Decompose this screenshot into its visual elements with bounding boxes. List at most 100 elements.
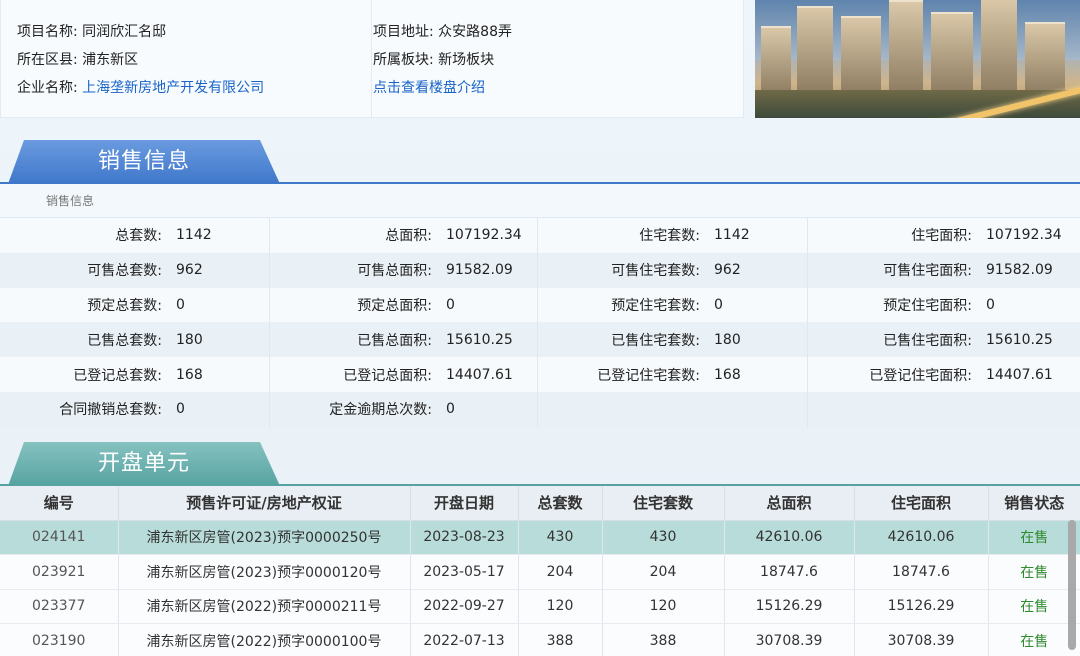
residential-area: 18747.6 (854, 554, 989, 590)
sales-field-value: 15610.25 (986, 331, 1053, 348)
sales-field-value: 0 (714, 296, 723, 313)
sales-field-value: 1142 (714, 227, 750, 244)
units-header-row: 编号 预售许可证/房地产权证 开盘日期 总套数 住宅套数 总面积 住宅面积 销售状态 (0, 486, 1080, 521)
sales-field-label: 已登记总套数: (73, 367, 162, 384)
sales-cell: 可售住宅面积: 91582.09 (808, 253, 1080, 288)
sales-field-label: 已售总面积: (357, 332, 432, 349)
sales-field-value: 107192.34 (446, 227, 522, 244)
tab-units-label: 开盘单元 (97, 451, 190, 476)
sales-field-value: 0 (446, 401, 455, 418)
sales-field-value: 107192.34 (986, 227, 1062, 244)
units-column-header: 总套数 (518, 486, 603, 521)
project-intro-link[interactable]: 点击查看楼盘介绍 (373, 80, 485, 96)
units-column-header: 销售状态 (988, 486, 1080, 521)
unit-id: 023190 (0, 623, 119, 656)
sales-cell: 已售住宅套数: 180 (538, 322, 808, 358)
sales-cell: 可售住宅套数: 962 (538, 252, 808, 288)
sales-field-label: 已登记住宅套数: (597, 367, 700, 384)
sales-field-label: 总套数: (115, 228, 162, 245)
sales-field-value: 14407.61 (446, 366, 513, 383)
table-row[interactable]: 024141 浦东新区房管(2023)预字0000250号 2023-08-23 43… (0, 520, 1080, 555)
sales-cell: 已登记住宅套数: 168 (538, 357, 808, 392)
unit-id: 023921 (0, 554, 119, 590)
residential-area: 42610.06 (854, 520, 989, 555)
sales-cell: 可售总面积: 91582.09 (270, 252, 538, 288)
sales-grid: 总套数: 1142 总面积: 107192.34 住宅套数: 1142 住宅面积: 10719… (0, 218, 1080, 427)
tab-open-units[interactable]: 开盘单元 (8, 442, 280, 486)
sales-cell: 已售总套数: 180 (0, 322, 270, 358)
sales-field-value: 14407.61 (986, 366, 1053, 383)
project-info-panel: 项目名称: 同润欣汇名邸 所在区县: 浦东新区 企业名称: 上海垄新房地产开发有… (0, 0, 744, 118)
sales-field-value: 168 (176, 366, 203, 383)
sales-cell (808, 392, 1080, 427)
sales-field-label: 可售住宅套数: (611, 263, 700, 280)
sales-cell: 已登记总面积: 14407.61 (270, 357, 538, 392)
residential-area: 15126.29 (854, 589, 989, 624)
sales-field-value: 0 (446, 296, 455, 313)
sales-cell: 可售总套数: 962 (0, 252, 270, 288)
sales-field-value: 962 (176, 262, 203, 279)
project-name-label: 项目名称: (17, 24, 78, 40)
sales-field-value: 0 (176, 296, 185, 313)
address-value: 众安路88弄 (438, 24, 512, 40)
units-column-header: 预售许可证/房地产权证 (118, 486, 411, 521)
open-date: 2022-09-27 (410, 589, 519, 624)
sales-status: 在售 (988, 623, 1080, 656)
address-label: 项目地址: (373, 24, 434, 40)
sales-status: 在售 (988, 554, 1080, 590)
sales-cell: 已登记住宅面积: 14407.61 (808, 357, 1080, 392)
district-label: 所在区县: (17, 52, 78, 68)
sales-row: 总套数: 1142 总面积: 107192.34 住宅套数: 1142 住宅面积: 10719… (0, 218, 1080, 253)
sales-status: 在售 (988, 520, 1080, 555)
sales-cell: 预定住宅套数: 0 (538, 287, 808, 323)
photo-building (981, 0, 1017, 96)
residential-units: 430 (602, 520, 725, 555)
sales-row: 可售总套数: 962 可售总面积: 91582.09 可售住宅套数: 962 可售住宅面积:… (0, 252, 1080, 288)
district-row: 所在区县: 浦东新区 (17, 46, 264, 74)
presale-permit: 浦东新区房管(2023)预字0000120号 (118, 554, 411, 590)
photo-building (761, 26, 791, 96)
tab-sales-info[interactable]: 销售信息 (8, 140, 280, 184)
block-label: 所属板块: (373, 52, 434, 68)
block-row: 所属板块: 新场板块 (373, 46, 512, 74)
sales-row: 已登记总套数: 168 已登记总面积: 14407.61 已登记住宅套数: 168 已登记住… (0, 357, 1080, 392)
project-info-left: 项目名称: 同润欣汇名邸 所在区县: 浦东新区 企业名称: 上海垄新房地产开发有… (17, 18, 264, 102)
sales-field-label: 可售总面积: (357, 263, 432, 280)
sales-field-value: 180 (714, 331, 741, 348)
sales-field-label: 总面积: (385, 228, 432, 245)
project-photo (755, 0, 1080, 118)
sales-field-label: 预定总套数: (87, 297, 162, 314)
table-row[interactable]: 023921 浦东新区房管(2023)预字0000120号 2023-05-17 20… (0, 554, 1080, 590)
sales-field-label: 已售住宅面积: (883, 332, 972, 349)
sales-field-label: 可售住宅面积: (883, 263, 972, 280)
sales-cell: 已售总面积: 15610.25 (270, 322, 538, 358)
sales-cell: 预定总面积: 0 (270, 287, 538, 323)
sales-field-value: 0 (986, 296, 995, 313)
photo-building (841, 16, 881, 96)
table-row[interactable]: 023190 浦东新区房管(2022)预字0000100号 2022-07-13 38… (0, 623, 1080, 656)
company-link[interactable]: 上海垄新房地产开发有限公司 (82, 80, 264, 96)
sales-field-label: 预定住宅套数: (611, 297, 700, 314)
units-table: 编号 预售许可证/房地产权证 开盘日期 总套数 住宅套数 总面积 住宅面积 销售状态 0241… (0, 486, 1080, 656)
residential-units: 204 (602, 554, 725, 590)
sales-field-label: 已登记总面积: (343, 367, 432, 384)
sales-cell: 预定住宅面积: 0 (808, 288, 1080, 323)
sales-field-value: 962 (714, 262, 741, 279)
sales-cell: 定金逾期总次数: 0 (270, 391, 538, 427)
units-column-header: 总面积 (724, 486, 855, 521)
sales-field-value: 168 (714, 366, 741, 383)
table-row[interactable]: 023377 浦东新区房管(2022)预字0000211号 2022-09-27 12… (0, 589, 1080, 624)
sales-field-label: 预定总面积: (357, 297, 432, 314)
address-row: 项目地址: 众安路88弄 (373, 18, 512, 46)
residential-units: 120 (602, 589, 725, 624)
total-area: 42610.06 (724, 520, 855, 555)
sales-field-label: 已售住宅套数: (611, 332, 700, 349)
units-scrollbar[interactable] (1068, 520, 1076, 650)
sales-status: 在售 (988, 589, 1080, 624)
units-column-header: 住宅面积 (854, 486, 989, 521)
total-units: 388 (518, 623, 603, 656)
sales-cell: 总套数: 1142 (0, 218, 270, 253)
open-date: 2023-05-17 (410, 554, 519, 590)
sales-field-label: 已登记住宅面积: (869, 367, 972, 384)
sales-field-label: 住宅套数: (639, 228, 700, 245)
